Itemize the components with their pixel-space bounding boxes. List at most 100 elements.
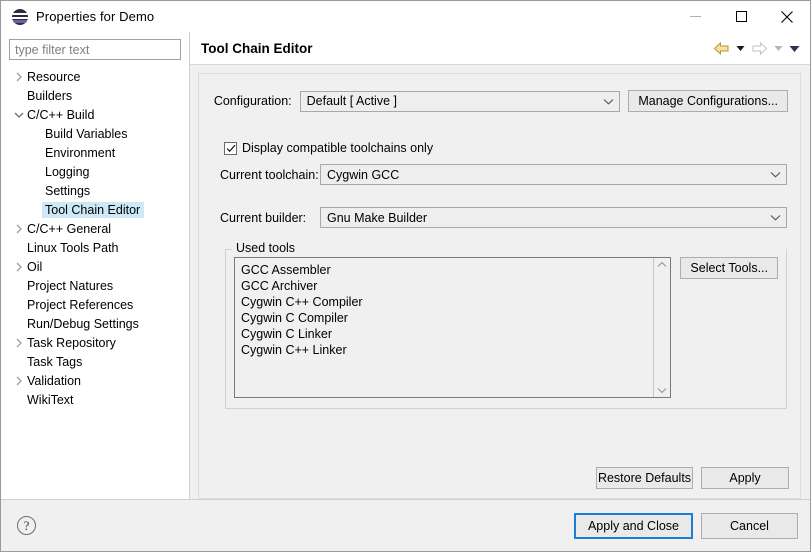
dialog-footer: ? Apply and Close Cancel bbox=[1, 499, 810, 551]
used-tools-legend: Used tools bbox=[232, 241, 300, 255]
list-item[interactable]: Cygwin C Compiler bbox=[241, 310, 653, 326]
title-bar: Properties for Demo bbox=[1, 1, 810, 32]
sidebar-item-linux-tools-path[interactable]: Linux Tools Path bbox=[1, 238, 189, 257]
select-tools-button[interactable]: Select Tools... bbox=[680, 257, 778, 279]
display-compatible-row[interactable]: Display compatible toolchains only bbox=[211, 141, 788, 155]
used-tools-group: Used tools GCC Assembler GCC Archiver Cygw… bbox=[225, 241, 787, 409]
settings-content: Configuration: Default [ Active ] Manage… bbox=[198, 73, 801, 499]
filter-input[interactable]: type filter text bbox=[9, 39, 181, 60]
cancel-button[interactable]: Cancel bbox=[701, 512, 798, 539]
display-compatible-checkbox[interactable] bbox=[224, 141, 237, 155]
sidebar-item-label: Tool Chain Editor bbox=[42, 201, 145, 218]
current-toolchain-dropdown[interactable]: Cygwin GCC bbox=[320, 164, 787, 185]
sidebar-item-settings[interactable]: Settings bbox=[1, 181, 189, 200]
sidebar-item-project-natures[interactable]: Project Natures bbox=[1, 276, 189, 295]
list-item[interactable]: Cygwin C++ Compiler bbox=[241, 294, 653, 310]
current-builder-value: Gnu Make Builder bbox=[327, 210, 428, 225]
dialog-body: type filter text Resource Builders C/C++ B… bbox=[1, 32, 810, 499]
sidebar-item-label: Logging bbox=[45, 164, 90, 179]
sidebar-item-tool-chain-editor[interactable]: Tool Chain Editor bbox=[1, 200, 189, 219]
sidebar-item-label: Resource bbox=[27, 69, 81, 84]
configuration-row: Configuration: Default [ Active ] Manage… bbox=[211, 90, 788, 112]
sidebar-item-project-references[interactable]: Project References bbox=[1, 295, 189, 314]
current-toolchain-row: Current toolchain: Cygwin GCC bbox=[211, 164, 788, 185]
back-menu-chevron-down-icon[interactable] bbox=[736, 45, 745, 52]
list-item[interactable]: Cygwin C Linker bbox=[241, 326, 653, 342]
chevron-down-icon[interactable] bbox=[11, 111, 26, 119]
sidebar-item-task-tags[interactable]: Task Tags bbox=[1, 352, 189, 371]
chevron-right-icon[interactable] bbox=[11, 262, 26, 272]
current-builder-row: Current builder: Gnu Make Builder bbox=[211, 207, 788, 228]
back-arrow-icon[interactable] bbox=[713, 41, 730, 56]
header-navigation bbox=[713, 32, 800, 65]
chevron-right-icon[interactable] bbox=[11, 224, 26, 234]
scroll-up-icon[interactable] bbox=[657, 261, 667, 268]
list-item[interactable]: GCC Archiver bbox=[241, 278, 653, 294]
page-header: Tool Chain Editor bbox=[190, 32, 810, 65]
chevron-down-icon bbox=[767, 214, 784, 221]
display-compatible-label: Display compatible toolchains only bbox=[242, 141, 434, 155]
sidebar-item-label: Project Natures bbox=[27, 278, 114, 293]
sidebar-item-build-variables[interactable]: Build Variables bbox=[1, 124, 189, 143]
sidebar-item-resource[interactable]: Resource bbox=[1, 67, 189, 86]
minimize-icon[interactable] bbox=[672, 1, 718, 32]
forward-menu-chevron-down-icon bbox=[774, 45, 783, 52]
sidebar-item-label: C/C++ General bbox=[27, 221, 112, 236]
sidebar-item-label: Validation bbox=[27, 373, 81, 388]
page-action-buttons: Restore Defaults Apply bbox=[596, 467, 789, 489]
chevron-down-icon bbox=[600, 98, 617, 105]
apply-and-close-button[interactable]: Apply and Close bbox=[573, 512, 693, 539]
chevron-right-icon[interactable] bbox=[11, 338, 26, 348]
sidebar-item-task-repository[interactable]: Task Repository bbox=[1, 333, 189, 352]
current-builder-label: Current builder: bbox=[220, 210, 307, 225]
sidebar-item-builders[interactable]: Builders bbox=[1, 86, 189, 105]
sidebar-item-label: Linux Tools Path bbox=[27, 240, 119, 255]
list-item[interactable]: Cygwin C++ Linker bbox=[241, 342, 653, 358]
window-title: Properties for Demo bbox=[36, 9, 155, 24]
chevron-right-icon[interactable] bbox=[11, 376, 26, 386]
sidebar-item-label: Task Repository bbox=[27, 335, 116, 350]
page-title: Tool Chain Editor bbox=[201, 40, 313, 56]
sidebar-item-label: C/C++ Build bbox=[27, 107, 95, 122]
close-icon[interactable] bbox=[764, 1, 810, 32]
used-tools-list: GCC Assembler GCC Archiver Cygwin C++ Comp… bbox=[235, 258, 653, 397]
maximize-icon[interactable] bbox=[718, 1, 764, 32]
sidebar-item-label: Builders bbox=[27, 88, 73, 103]
sidebar-item-label: Build Variables bbox=[45, 126, 128, 141]
configuration-value: Default [ Active ] bbox=[306, 94, 397, 108]
apply-button[interactable]: Apply bbox=[701, 467, 789, 489]
settings-sidebar: type filter text Resource Builders C/C++ B… bbox=[1, 32, 190, 499]
sidebar-item-run-debug-settings[interactable]: Run/Debug Settings bbox=[1, 314, 189, 333]
sidebar-item-label: Run/Debug Settings bbox=[27, 316, 139, 331]
sidebar-item-c-c-build[interactable]: C/C++ Build bbox=[1, 105, 189, 124]
used-tools-listbox[interactable]: GCC Assembler GCC Archiver Cygwin C++ Comp… bbox=[234, 257, 672, 398]
sidebar-item-label: Settings bbox=[45, 183, 91, 198]
sidebar-item-label: WikiText bbox=[27, 392, 74, 407]
sidebar-item-label: Project References bbox=[27, 297, 134, 312]
help-icon[interactable]: ? bbox=[17, 516, 36, 535]
settings-tree: Resource Builders C/C++ Build Build Variabl… bbox=[1, 67, 189, 409]
sidebar-item-logging[interactable]: Logging bbox=[1, 162, 189, 181]
scroll-down-icon[interactable] bbox=[657, 387, 667, 394]
configuration-dropdown[interactable]: Default [ Active ] bbox=[299, 90, 621, 112]
forward-arrow-icon bbox=[751, 41, 768, 56]
chevron-down-icon bbox=[767, 171, 784, 178]
view-menu-chevron-down-icon[interactable] bbox=[789, 45, 800, 53]
current-toolchain-label: Current toolchain: bbox=[220, 167, 319, 182]
manage-configurations-button[interactable]: Manage Configurations... bbox=[628, 90, 788, 112]
sidebar-item-environment[interactable]: Environment bbox=[1, 143, 189, 162]
sidebar-item-wikitext[interactable]: WikiText bbox=[1, 390, 189, 409]
sidebar-item-label: Task Tags bbox=[27, 354, 83, 369]
list-item[interactable]: GCC Assembler bbox=[241, 262, 653, 278]
configuration-label: Configuration: bbox=[213, 94, 292, 108]
sidebar-item-oil[interactable]: Oil bbox=[1, 257, 189, 276]
sidebar-item-validation[interactable]: Validation bbox=[1, 371, 189, 390]
current-builder-dropdown[interactable]: Gnu Make Builder bbox=[320, 207, 787, 228]
dialog-buttons: Apply and Close Cancel bbox=[573, 512, 798, 539]
main-panel: Tool Chain Editor Configuration: Default… bbox=[190, 32, 810, 499]
used-tools-scrollbar[interactable] bbox=[653, 258, 671, 397]
chevron-right-icon[interactable] bbox=[11, 72, 26, 82]
restore-defaults-button[interactable]: Restore Defaults bbox=[596, 467, 693, 489]
sidebar-item-label: Environment bbox=[45, 145, 116, 160]
sidebar-item-c-c-general[interactable]: C/C++ General bbox=[1, 219, 189, 238]
